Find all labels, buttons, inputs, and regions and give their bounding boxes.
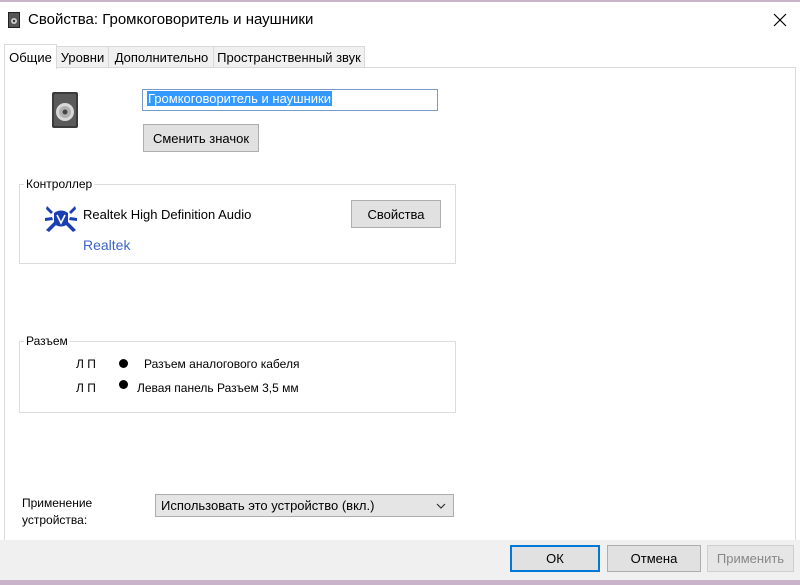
chevron-down-icon xyxy=(436,503,446,509)
tab-spatial-sound[interactable]: Пространственный звук xyxy=(213,46,365,68)
device-usage-label-line2: устройства: xyxy=(22,513,88,527)
jack-lr-label: Л П xyxy=(76,357,96,371)
jack-label: Разъем аналогового кабеля xyxy=(144,357,300,371)
device-name-text: Громкоговоритель и наушники xyxy=(147,91,332,106)
jack-color-dot xyxy=(119,380,128,389)
ok-button[interactable]: ОК xyxy=(510,545,600,572)
device-usage-selected: Использовать это устройство (вкл.) xyxy=(161,498,375,513)
tab-levels[interactable]: Уровни xyxy=(55,46,110,68)
device-usage-label-line1: Применение xyxy=(22,496,93,510)
cancel-button[interactable]: Отмена xyxy=(607,545,701,572)
speaker-icon xyxy=(8,12,20,28)
realtek-link[interactable]: Realtek xyxy=(83,237,130,253)
bottom-border xyxy=(0,580,800,585)
device-name-input[interactable]: Громкоговоритель и наушники xyxy=(142,89,438,111)
controller-group-label: Контроллер xyxy=(24,177,95,191)
jack-lr-label: Л П xyxy=(76,381,96,395)
window-title: Свойства: Громкоговоритель и наушники xyxy=(28,11,314,28)
device-usage-select[interactable]: Использовать это устройство (вкл.) xyxy=(155,494,454,517)
jack-group xyxy=(19,341,456,413)
jack-label: Левая панель Разъем 3,5 мм xyxy=(137,381,299,395)
controller-properties-button[interactable]: Свойства xyxy=(351,200,441,228)
title-bar: Свойства: Громкоговоритель и наушники xyxy=(0,2,800,36)
close-icon xyxy=(773,13,787,27)
tab-advanced[interactable]: Дополнительно xyxy=(108,46,215,68)
tab-panel xyxy=(4,67,796,541)
change-icon-button[interactable]: Сменить значок xyxy=(143,124,259,152)
jack-group-label: Разъем xyxy=(24,334,70,348)
jack-color-dot xyxy=(119,359,128,368)
speaker-device-icon xyxy=(52,92,78,128)
controller-name: Realtek High Definition Audio xyxy=(83,207,252,222)
close-button[interactable] xyxy=(760,4,800,36)
tab-general[interactable]: Общие xyxy=(4,44,57,69)
realtek-crab-icon xyxy=(45,206,77,232)
apply-button[interactable]: Применить xyxy=(707,545,794,572)
